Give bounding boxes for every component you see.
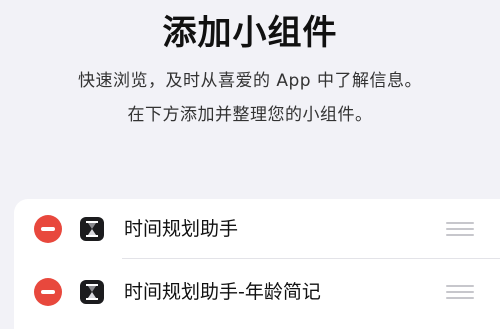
widget-row: 时间规划助手-年龄简记 (14, 259, 500, 319)
hourglass-icon (80, 217, 104, 241)
remove-widget-button[interactable] (34, 215, 62, 243)
drag-handle-icon[interactable] (446, 222, 474, 236)
widget-name: 时间规划助手 (124, 218, 239, 240)
page-description-line-2: 在下方添加并整理您的小组件。 (127, 105, 373, 125)
widget-name: 时间规划助手-年龄简记 (124, 281, 321, 303)
drag-handle-icon[interactable] (446, 285, 474, 299)
page-description-line-1: 快速浏览，及时从喜爱的 App 中了解信息。 (77, 71, 423, 91)
widget-row: 时间规划助手 (14, 199, 500, 259)
page-title: 添加小组件 (162, 13, 338, 53)
remove-widget-button[interactable] (34, 278, 62, 306)
widget-list: 时间规划助手 时间规划助手-年龄简记 (14, 199, 500, 329)
hourglass-icon (80, 280, 104, 304)
